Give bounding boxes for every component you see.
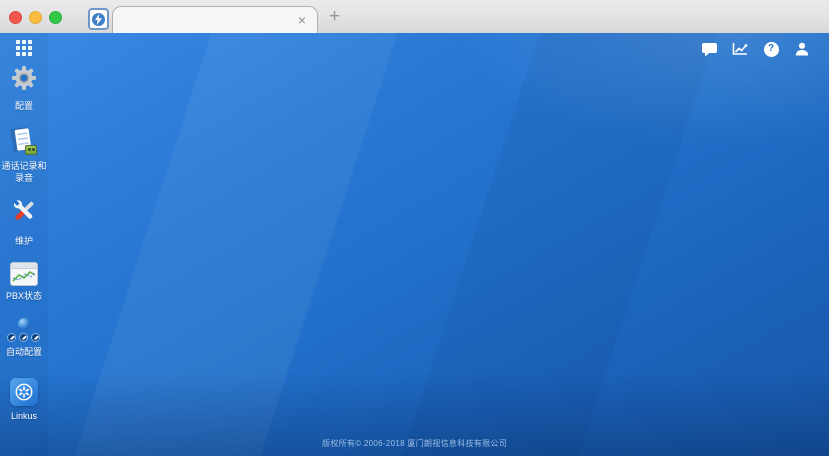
gear-icon (11, 65, 37, 96)
sidebar-item-label: PBX状态 (6, 290, 42, 302)
help-glyph: ? (768, 44, 774, 54)
sidebar-item-label: 自动配置 (6, 346, 42, 358)
phone-icon (31, 333, 40, 342)
help-icon[interactable]: ? (762, 40, 780, 58)
window-zoom-button[interactable] (49, 11, 62, 24)
pinned-tab[interactable] (88, 8, 109, 30)
copyright-text: 版权所有© 2006-2018 厦门朗视信息科技有限公司 (0, 438, 829, 449)
pbx-desktop: 配置 通话记录和录音 (0, 33, 829, 456)
browser-window: × + (0, 0, 829, 456)
feedback-chat-icon[interactable] (700, 40, 718, 58)
sidebar-item-maintenance[interactable]: 维护 (9, 196, 39, 247)
sidebar-item-settings[interactable]: 配置 (11, 65, 37, 112)
window-close-button[interactable] (9, 11, 22, 24)
resource-monitor-icon[interactable] (731, 40, 749, 58)
sidebar: 配置 通话记录和录音 (0, 33, 48, 456)
phone-icon (7, 333, 16, 342)
topbar-icon-row: ? (700, 40, 811, 58)
main-menu-grid-icon[interactable] (16, 40, 32, 56)
globe-icon (18, 318, 30, 330)
status-chart-icon (10, 262, 38, 286)
tab-close-icon[interactable]: × (298, 12, 306, 28)
sidebar-item-auto-provisioning[interactable]: 自动配置 (6, 318, 42, 358)
call-records-icon (9, 126, 39, 156)
new-tab-button[interactable]: + (329, 6, 340, 28)
auto-provisioning-icon (7, 318, 40, 342)
browser-toolbar: × + (0, 0, 829, 34)
window-minimize-button[interactable] (29, 11, 42, 24)
lightning-favicon-icon (92, 13, 105, 26)
sidebar-item-label: Linkus (11, 410, 37, 422)
sidebar-item-label: 维护 (15, 235, 33, 247)
sidebar-item-linkus[interactable]: Linkus (10, 378, 38, 422)
browser-tab[interactable]: × (112, 6, 318, 34)
sidebar-item-label: 通话记录和录音 (1, 160, 47, 184)
wrench-screwdriver-icon (9, 196, 39, 231)
sidebar-item-label: 配置 (15, 100, 33, 112)
sidebar-item-pbx-monitor[interactable]: PBX状态 (6, 262, 42, 302)
sidebar-item-cdr-recordings[interactable]: 通话记录和录音 (1, 126, 47, 184)
account-user-icon[interactable] (793, 40, 811, 58)
phone-icon (19, 333, 28, 342)
linkus-logo-icon (10, 378, 38, 406)
